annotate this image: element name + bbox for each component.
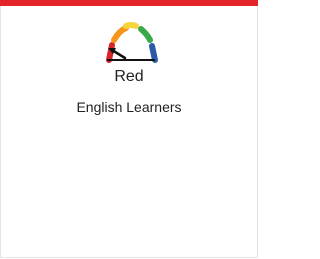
gauge-segment-red	[106, 42, 115, 63]
gauge-segment-green	[138, 26, 153, 43]
gauge-segment-orange	[111, 25, 129, 43]
performance-gauge-icon	[106, 22, 158, 63]
performance-level-label: Red	[114, 68, 144, 85]
indicator-card: Red English Learners	[0, 0, 258, 258]
status-color-bar	[0, 0, 258, 6]
card-border	[0, 6, 1, 258]
gauge-segment-blue	[149, 43, 158, 63]
gauge-segment-yellow	[123, 22, 139, 29]
student-group-label: English Learners	[76, 99, 182, 115]
